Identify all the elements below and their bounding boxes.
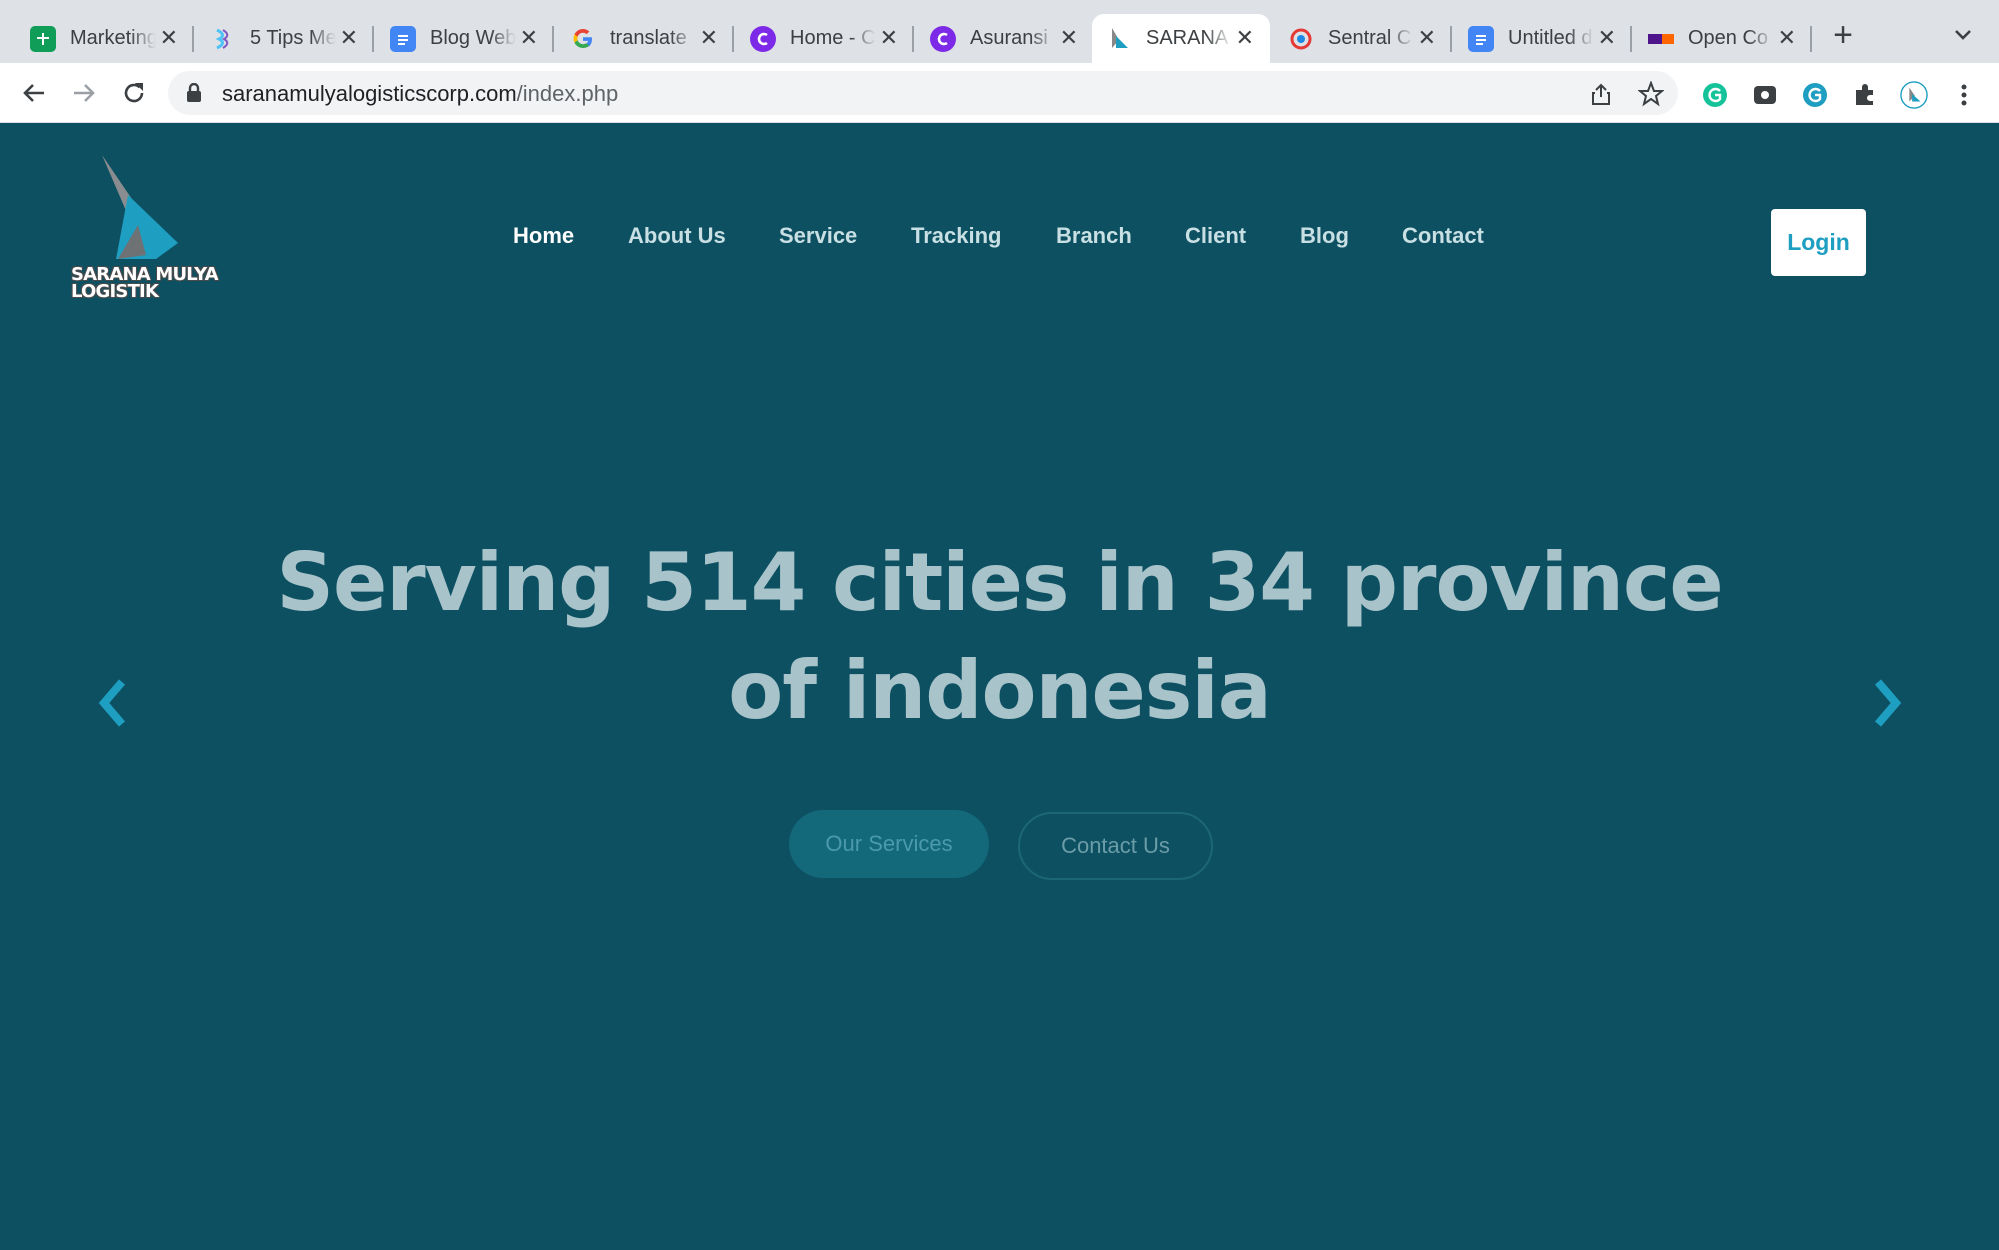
sarana-icon xyxy=(1106,26,1132,52)
sentral-icon xyxy=(1288,26,1314,52)
close-icon[interactable]: ✕ xyxy=(1060,25,1078,51)
puzzle-icon[interactable] xyxy=(1851,81,1879,109)
fedex-icon xyxy=(1648,26,1674,52)
nav-tracking[interactable]: Tracking xyxy=(911,223,1001,249)
tab-strip: Marketing ✕ 5 Tips Membuat ✕ Blog Websit… xyxy=(0,0,1999,63)
share-icon[interactable] xyxy=(1588,81,1614,107)
docs-icon xyxy=(1468,25,1494,52)
tab-separator xyxy=(192,26,194,52)
address-bar[interactable]: saranamulyalogisticscorp.com/index.php xyxy=(168,71,1678,115)
tab-title: Open Co xyxy=(1688,27,1769,49)
carousel-next-icon[interactable] xyxy=(1862,673,1912,733)
close-icon[interactable]: ✕ xyxy=(160,25,178,51)
tab-sentral[interactable]: Sentral C ✕ xyxy=(1274,14,1452,63)
tab-search-chevron-icon[interactable] xyxy=(1948,22,1978,48)
reload-button[interactable] xyxy=(114,73,154,113)
nav-blog[interactable]: Blog xyxy=(1300,223,1349,249)
grammarly-go-icon[interactable] xyxy=(1801,81,1829,109)
logo-text-line2: LOGISTIK xyxy=(71,281,159,302)
browser-toolbar: saranamulyalogisticscorp.com/index.php xyxy=(0,63,1999,123)
main-nav: Home About Us Service Tracking Branch Cl… xyxy=(0,223,1999,263)
tab-marketing[interactable]: Marketing ✕ xyxy=(16,14,194,63)
tab-title: Sentral C xyxy=(1328,27,1412,49)
nav-about-us[interactable]: About Us xyxy=(628,223,726,249)
tab-separator xyxy=(1450,26,1452,52)
nav-client[interactable]: Client xyxy=(1185,223,1246,249)
tab-separator xyxy=(1810,26,1812,52)
tab-title: 5 Tips Membuat xyxy=(250,27,336,49)
extension-icon[interactable] xyxy=(1751,81,1779,109)
tab-translate[interactable]: translate ✕ xyxy=(556,14,734,63)
tab-blog-website[interactable]: Blog Website ✕ xyxy=(376,14,554,63)
back-arrow-icon xyxy=(23,84,44,102)
kebab-menu-icon[interactable] xyxy=(1950,81,1978,109)
docs-icon xyxy=(390,25,416,52)
tab-title: SARANA xyxy=(1146,27,1229,49)
close-icon[interactable]: ✕ xyxy=(340,25,358,51)
tab-title: Home - C xyxy=(790,27,876,49)
tab-separator xyxy=(552,26,554,52)
url-host: saranamulyalogisticscorp.com xyxy=(222,81,517,106)
close-icon[interactable]: ✕ xyxy=(1418,25,1436,51)
close-icon[interactable]: ✕ xyxy=(700,25,718,51)
nav-service[interactable]: Service xyxy=(779,223,857,249)
hero-heading-line2: of indonesia xyxy=(728,644,1271,737)
profile-avatar[interactable] xyxy=(1900,81,1928,109)
tab-sarana-active[interactable]: SARANA ✕ xyxy=(1092,14,1270,63)
bookmark-star-icon[interactable] xyxy=(1638,81,1664,107)
tab-separator xyxy=(732,26,734,52)
tab-separator xyxy=(912,26,914,52)
sheets-icon xyxy=(30,25,56,52)
forward-arrow-icon xyxy=(74,84,95,102)
carousel-prev-icon[interactable] xyxy=(88,673,138,733)
nav-contact[interactable]: Contact xyxy=(1402,223,1484,249)
canva-icon xyxy=(930,25,956,52)
hero-heading-line1: Serving 514 cities in 34 province xyxy=(276,536,1723,629)
our-services-button[interactable]: Our Services xyxy=(789,810,989,878)
forward-button[interactable] xyxy=(64,73,104,113)
tab-title: Blog Website xyxy=(430,27,516,49)
url-text: saranamulyalogisticscorp.com/index.php xyxy=(222,81,618,107)
tab-title: Marketing xyxy=(70,27,156,49)
tab-asuransi[interactable]: Asuransi ✕ xyxy=(916,14,1094,63)
google-icon xyxy=(570,26,596,52)
canva-icon xyxy=(750,25,776,52)
tab-home-canva[interactable]: Home - C ✕ xyxy=(736,14,914,63)
website: SARANA MULYA LOGISTIK Home About Us Serv… xyxy=(0,123,1999,1250)
new-tab-button[interactable]: + xyxy=(1826,18,1860,52)
back-button[interactable] xyxy=(14,73,54,113)
reload-icon xyxy=(124,83,144,103)
lock-icon[interactable] xyxy=(186,82,202,108)
tab-title: translate xyxy=(610,27,687,49)
tab-5-tips[interactable]: 5 Tips Membuat ✕ xyxy=(196,14,374,63)
tab-title: Asuransi xyxy=(970,27,1048,49)
url-path: /index.php xyxy=(516,81,619,106)
tab-separator xyxy=(372,26,374,52)
close-icon[interactable]: ✕ xyxy=(880,25,898,51)
tab-title: Untitled d xyxy=(1508,27,1593,49)
close-icon[interactable]: ✕ xyxy=(1236,25,1254,51)
swirl-icon xyxy=(210,26,236,52)
close-icon[interactable]: ✕ xyxy=(1778,25,1796,51)
tab-separator xyxy=(1630,26,1632,52)
grammarly-icon[interactable] xyxy=(1701,81,1729,109)
tab-untitled[interactable]: Untitled d ✕ xyxy=(1454,14,1632,63)
contact-us-button[interactable]: Contact Us xyxy=(1018,812,1213,880)
tab-open-co[interactable]: Open Co ✕ xyxy=(1634,14,1812,63)
login-button[interactable]: Login xyxy=(1771,209,1866,276)
close-icon[interactable]: ✕ xyxy=(520,25,538,51)
close-icon[interactable]: ✕ xyxy=(1598,25,1616,51)
hero-heading: Serving 514 cities in 34 province of ind… xyxy=(200,529,1799,745)
nav-branch[interactable]: Branch xyxy=(1056,223,1132,249)
nav-home[interactable]: Home xyxy=(513,223,574,249)
